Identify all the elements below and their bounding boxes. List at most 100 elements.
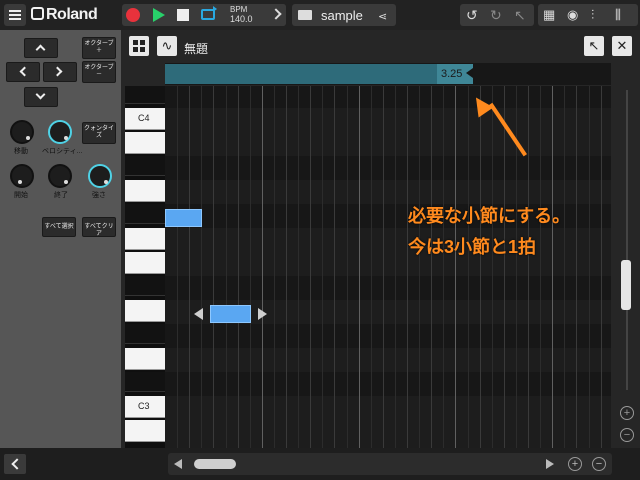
grid-line [480, 86, 481, 448]
measure-length-value: 3.25 [441, 68, 463, 80]
scroll-thumb[interactable] [621, 260, 631, 310]
scroll-right-button[interactable] [43, 62, 77, 82]
start-knob[interactable] [10, 164, 34, 188]
white-key[interactable] [125, 132, 165, 154]
white-key[interactable] [125, 300, 165, 322]
bpm-value[interactable]: 140.0 [230, 14, 253, 24]
grid-line [564, 86, 565, 448]
share-icon[interactable]: ⋖ [378, 10, 387, 23]
note-area: C4 C3 [125, 86, 611, 448]
roland-logo-mark [31, 7, 44, 20]
grid-line [552, 86, 553, 448]
move-knob[interactable] [10, 120, 34, 144]
black-key[interactable] [125, 204, 165, 224]
white-key[interactable] [125, 420, 165, 442]
grid-line [274, 86, 275, 448]
grid-line [576, 86, 577, 448]
piano-roll-editor: ∿ 無題 ↖ ✕ 3.25 C4 C3 必要な小節にする。 今は3小節と1拍 + … [121, 30, 640, 448]
chevron-right-icon[interactable] [266, 4, 286, 26]
eye-icon[interactable]: ◉ [567, 7, 578, 23]
grid-line [395, 86, 396, 448]
black-key[interactable] [125, 156, 165, 176]
zoom-out-icon[interactable]: − [592, 457, 606, 471]
roland-logo: Roland [31, 6, 98, 24]
mixer-icon[interactable]: ⫶ [591, 7, 594, 23]
black-key[interactable] [125, 86, 165, 104]
end-knob[interactable] [48, 164, 72, 188]
note-grid[interactable] [165, 86, 611, 448]
white-key[interactable] [125, 252, 165, 274]
zoom-in-icon[interactable]: + [620, 406, 634, 420]
scroll-up-button[interactable] [24, 38, 58, 58]
measure-ruler[interactable]: 3.25 [165, 63, 611, 85]
grid-view-button[interactable] [129, 36, 149, 56]
octave-down-button[interactable]: オクターブ－ [82, 61, 116, 83]
scroll-left-button[interactable] [6, 62, 40, 82]
clear-all-button[interactable]: すべてクリア [82, 217, 116, 237]
undo-icon[interactable]: ↺ [466, 7, 478, 24]
black-key[interactable] [125, 276, 165, 296]
scroll-left-arrow-icon[interactable] [174, 459, 182, 469]
automation-curve-button[interactable]: ∿ [157, 36, 177, 56]
close-icon: ✕ [616, 38, 628, 53]
midi-note-selected[interactable] [210, 305, 251, 323]
scroll-track [626, 90, 628, 390]
strength-knob[interactable] [88, 164, 112, 188]
velocity-knob[interactable] [48, 120, 72, 144]
quantize-button[interactable]: クォンタイズ [82, 122, 116, 144]
select-all-button[interactable]: すべて選択 [42, 217, 76, 237]
song-selector[interactable]: sample ⋖ [292, 4, 396, 26]
note-resize-left-handle[interactable] [194, 308, 203, 320]
pointer-tool-button[interactable]: ↖ [584, 36, 604, 56]
play-button[interactable] [153, 8, 165, 22]
loop-button[interactable] [201, 6, 217, 20]
pattern-length-region[interactable] [165, 64, 473, 84]
bottom-bar: + − [0, 448, 640, 480]
grid-line [189, 86, 190, 448]
horizontal-scroll-thumb[interactable] [194, 459, 236, 469]
grid-line [359, 86, 360, 448]
grid-line [383, 86, 384, 448]
grid-line [286, 86, 287, 448]
scroll-right-arrow-icon[interactable] [546, 459, 554, 469]
top-toolbar: Roland BPM 140.0 sample ⋖ ↺ ↻ ↖ ▦ ◉ ⫶ ⫼ [0, 0, 640, 30]
grid-line [455, 86, 456, 448]
select-tool-icon[interactable]: ↖ [514, 7, 526, 24]
vertical-scrollbar[interactable]: + − [620, 90, 634, 442]
horizontal-scrollbar[interactable]: + − [168, 453, 612, 475]
equalizer-icon[interactable]: ⫼ [615, 7, 621, 23]
zoom-out-icon[interactable]: − [620, 428, 634, 442]
keyboard-view-icon[interactable]: ▦ [543, 7, 555, 23]
close-editor-button[interactable]: ✕ [612, 36, 632, 56]
grid-line [504, 86, 505, 448]
record-button[interactable] [126, 8, 140, 22]
black-key[interactable] [125, 372, 165, 392]
white-key[interactable] [125, 228, 165, 250]
redo-icon[interactable]: ↻ [490, 7, 502, 24]
knob-indicator [64, 136, 68, 140]
menu-button[interactable] [4, 4, 26, 26]
knob-indicator [18, 180, 22, 184]
white-key[interactable] [125, 180, 165, 202]
grid-line [298, 86, 299, 448]
grid-icon-cell [133, 47, 138, 52]
white-key[interactable]: C3 [125, 396, 165, 418]
octave-up-button[interactable]: オクターブ＋ [82, 37, 116, 59]
control-panel: オクターブ＋ オクターブ－ 移動 ベロシティ... クォンタイズ 開始 終了 強… [0, 30, 121, 448]
view-switcher: ▦ ◉ ⫶ ⫼ [538, 4, 638, 26]
note-resize-right-handle[interactable] [258, 308, 267, 320]
black-key[interactable] [125, 324, 165, 344]
piano-keyboard[interactable]: C4 C3 [125, 86, 165, 448]
grid-line [419, 86, 420, 448]
grid-line [334, 86, 335, 448]
midi-note[interactable] [165, 209, 202, 227]
grid-line [310, 86, 311, 448]
chevron-up-icon [35, 44, 46, 55]
zoom-in-icon[interactable]: + [568, 457, 582, 471]
scroll-down-button[interactable] [24, 87, 58, 107]
white-key[interactable]: C4 [125, 108, 165, 130]
stop-button[interactable] [177, 9, 189, 21]
white-key[interactable] [125, 348, 165, 370]
back-button[interactable] [4, 454, 26, 474]
length-drag-handle[interactable] [466, 68, 473, 78]
